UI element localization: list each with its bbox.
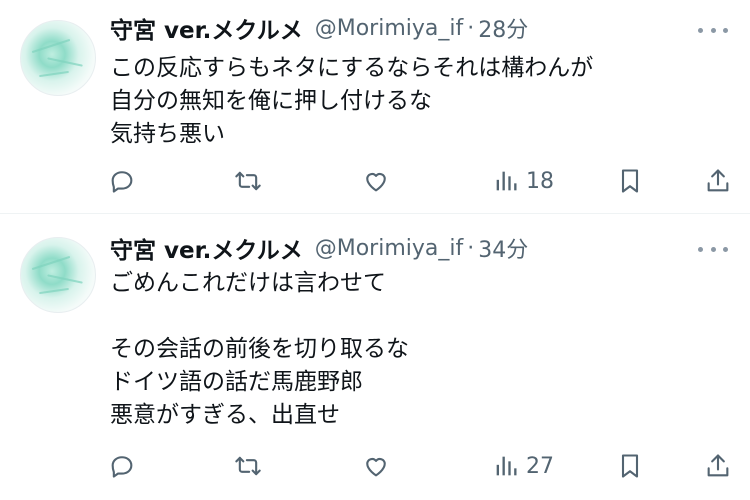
separator-dot: · xyxy=(467,235,475,261)
views-icon xyxy=(496,171,517,191)
bookmark-icon xyxy=(621,169,639,193)
share-button[interactable] xyxy=(704,449,732,483)
like-button[interactable] xyxy=(362,164,390,198)
tweet-line: この反応すらもネタにするならそれは構わんが xyxy=(110,55,594,81)
tweet-line: ごめんこれだけは言わせて xyxy=(110,270,386,296)
like-icon xyxy=(366,457,386,477)
tweet-line: 気持ち悪い xyxy=(110,121,225,147)
author-name[interactable]: 守宮 ver.メクルメ xyxy=(110,11,303,45)
bookmark-button[interactable] xyxy=(616,449,644,483)
action-bar: 27 xyxy=(108,449,729,483)
tweet-line: ドイツ語の話だ馬鹿野郎 xyxy=(110,369,363,395)
avatar[interactable] xyxy=(20,237,96,313)
share-icon xyxy=(707,169,729,192)
tweet-divider xyxy=(0,213,750,214)
tweet[interactable]: 守宮 ver.メクルメ @Morimiya_if · 28分 この反応すらもネタ… xyxy=(0,0,750,214)
view-count: 27 xyxy=(526,453,554,479)
reply-icon xyxy=(111,456,133,478)
author-handle[interactable]: @Morimiya_if xyxy=(315,16,464,41)
retweet-button[interactable] xyxy=(234,164,262,198)
tweet-line: 自分の無知を俺に押し付けるな xyxy=(110,88,432,114)
more-icon[interactable] xyxy=(698,18,728,42)
reply-button[interactable] xyxy=(108,164,136,198)
share-icon xyxy=(707,454,729,477)
reply-button[interactable] xyxy=(108,449,136,483)
tweet-header: 守宮 ver.メクルメ @Morimiya_if · 34分 xyxy=(110,231,528,265)
tweet[interactable]: 守宮 ver.メクルメ @Morimiya_if · 34分 ごめんこれだけは言… xyxy=(0,215,750,500)
timestamp[interactable]: 28分 xyxy=(478,12,528,44)
avatar[interactable] xyxy=(20,20,96,96)
views-icon xyxy=(496,456,517,476)
views-button[interactable]: 18 xyxy=(492,164,554,198)
tweet-line: その会話の前後を切り取るな xyxy=(110,336,409,362)
author-name[interactable]: 守宮 ver.メクルメ xyxy=(110,231,303,265)
separator-dot: · xyxy=(467,15,475,41)
view-count: 18 xyxy=(526,168,554,194)
tweet-line: 悪意がすぎる、出直せ xyxy=(110,402,340,428)
more-icon[interactable] xyxy=(698,237,728,261)
tweet-header: 守宮 ver.メクルメ @Morimiya_if · 28分 xyxy=(110,11,528,45)
retweet-icon xyxy=(235,171,261,191)
share-button[interactable] xyxy=(704,164,732,198)
reply-icon xyxy=(111,171,133,193)
like-button[interactable] xyxy=(362,449,390,483)
action-bar: 18 xyxy=(108,164,729,198)
bookmark-icon xyxy=(621,454,639,478)
retweet-icon xyxy=(235,456,261,476)
like-icon xyxy=(366,172,386,192)
views-button[interactable]: 27 xyxy=(492,449,554,483)
retweet-button[interactable] xyxy=(234,449,262,483)
timestamp[interactable]: 34分 xyxy=(478,232,528,264)
tweet-line xyxy=(110,300,710,333)
author-handle[interactable]: @Morimiya_if xyxy=(315,236,464,261)
bookmark-button[interactable] xyxy=(616,164,644,198)
tweet-text: この反応すらもネタにするならそれは構わんが 自分の無知を俺に押し付けるな 気持ち… xyxy=(110,52,710,151)
tweet-text: ごめんこれだけは言わせて その会話の前後を切り取るな ドイツ語の話だ馬鹿野郎 悪… xyxy=(110,267,710,432)
